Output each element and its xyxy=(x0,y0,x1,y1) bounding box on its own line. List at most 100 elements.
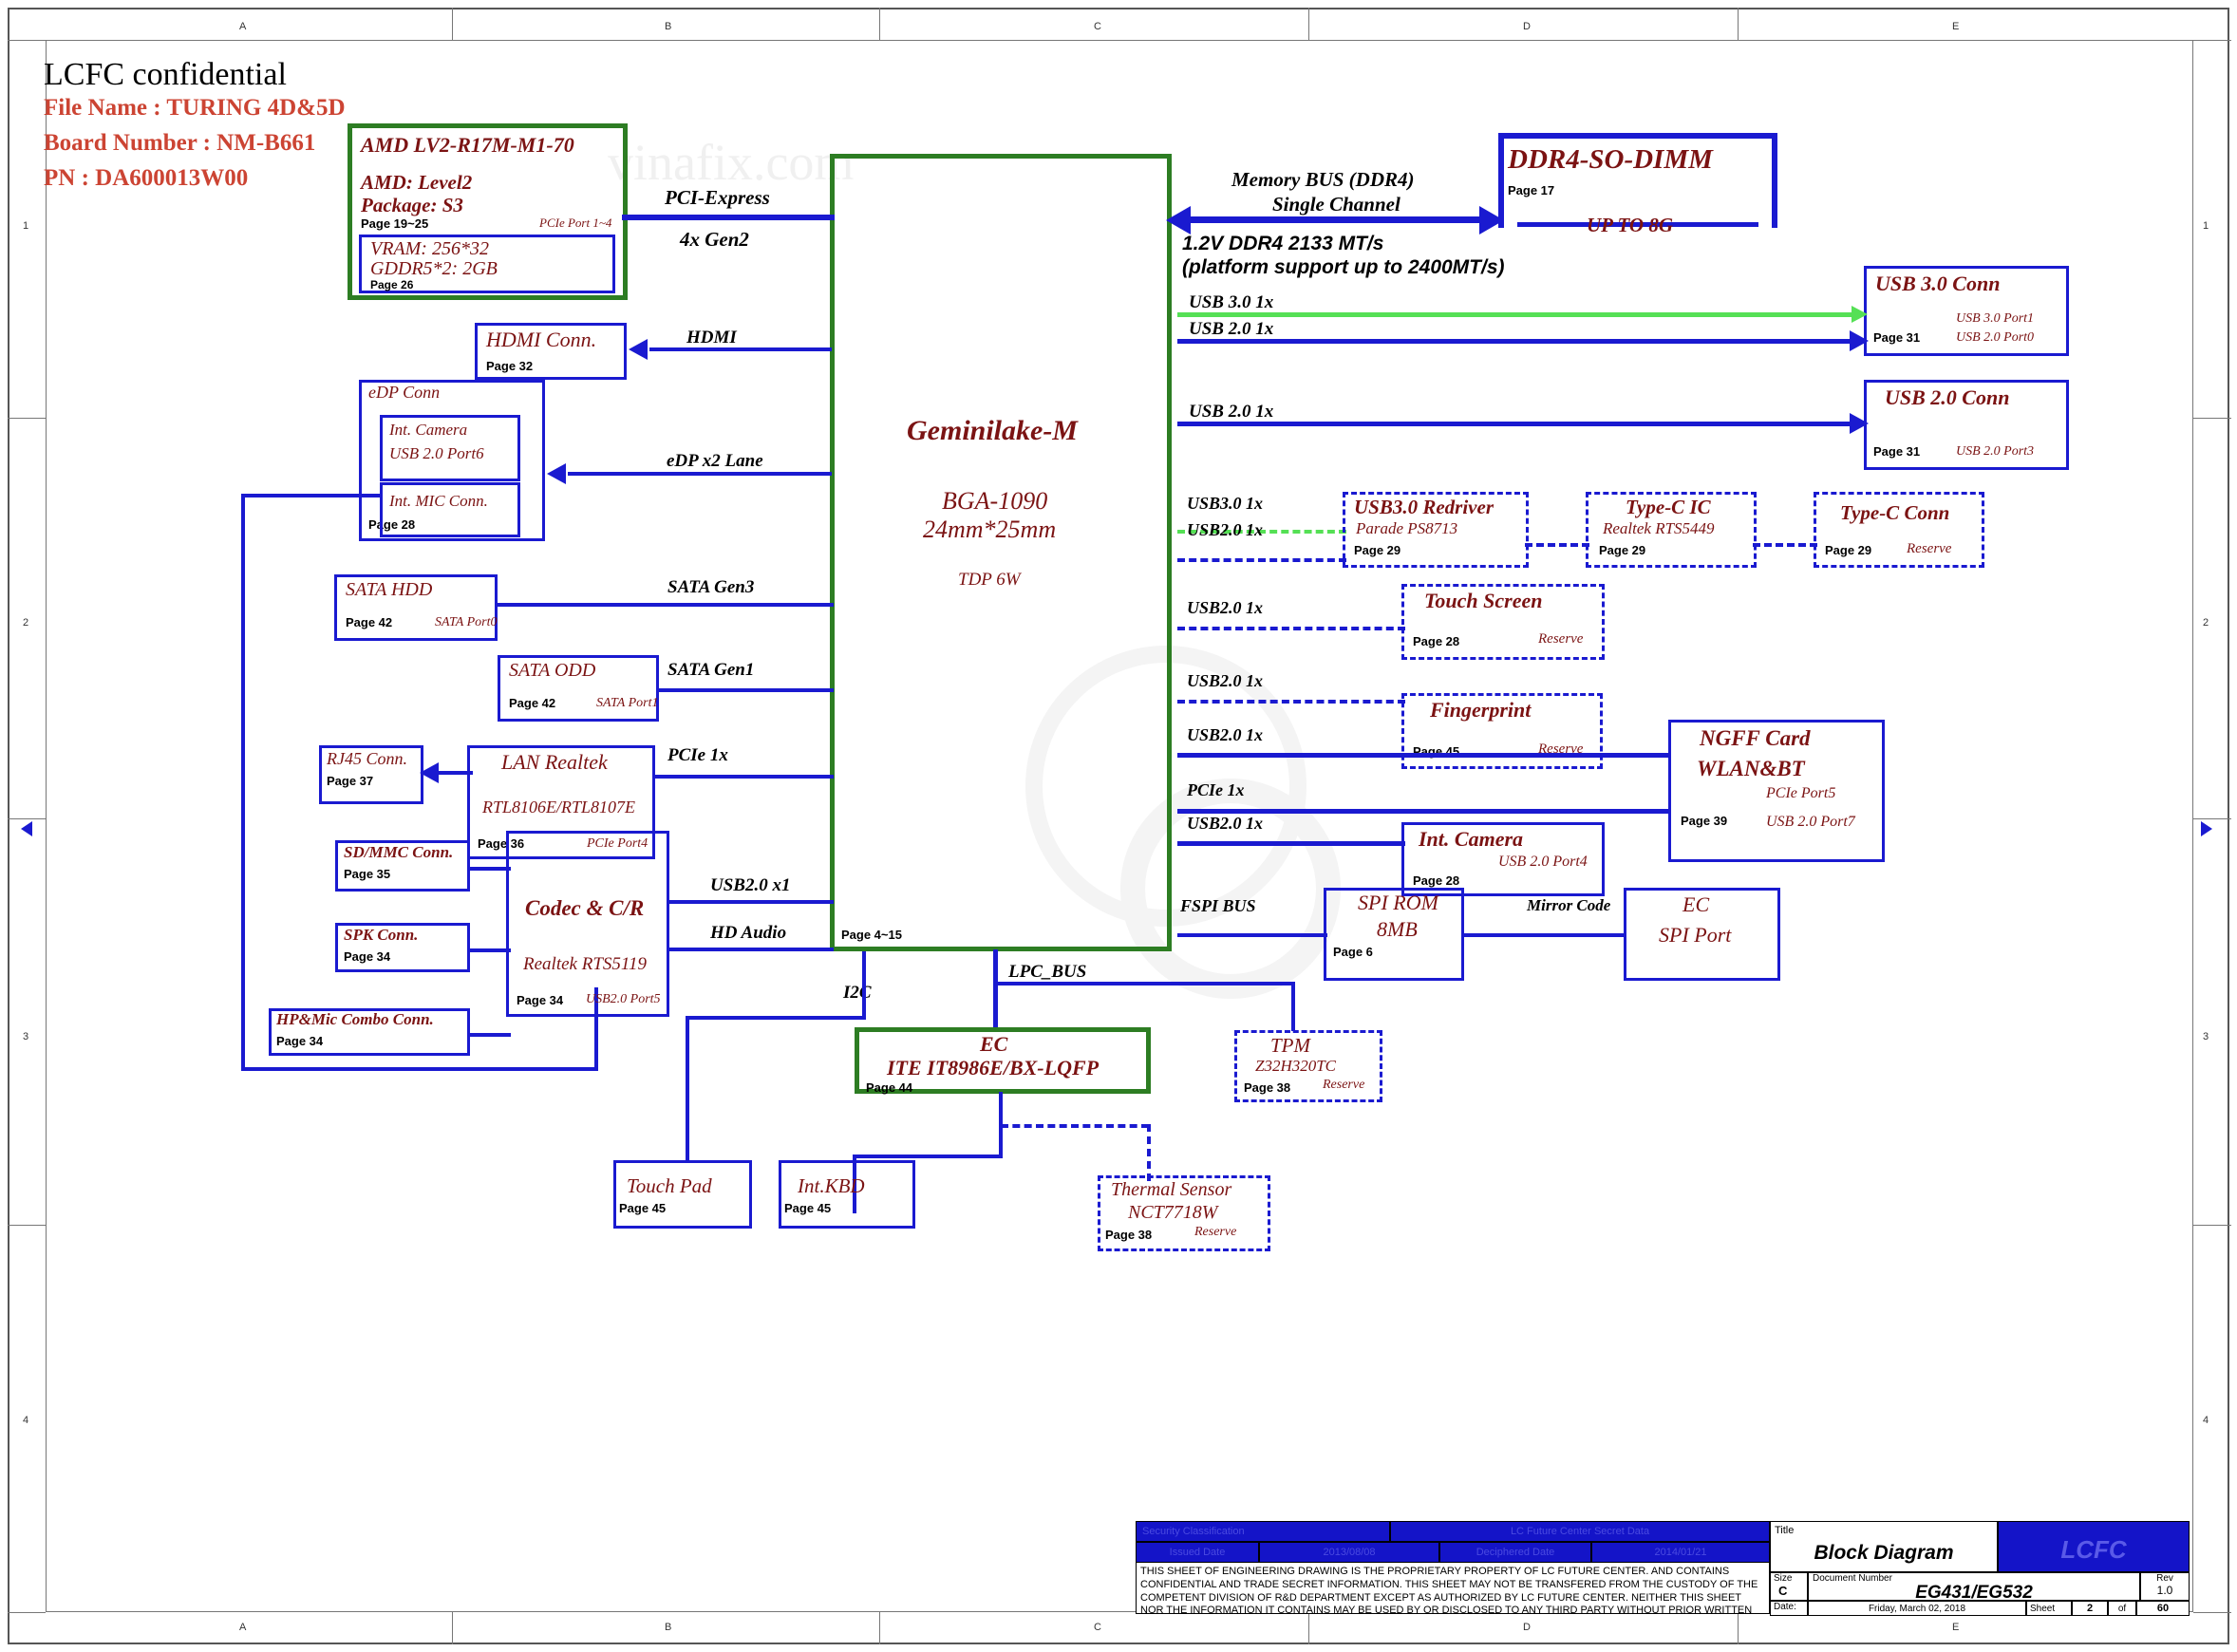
wire-redriver-to-typec-ic xyxy=(1525,543,1589,547)
int-kbd-page: Page 45 xyxy=(784,1201,832,1215)
thermal-sensor-page: Page 38 xyxy=(1105,1228,1153,1242)
wire-ngff-usb xyxy=(1177,753,1671,758)
tpm-title: TPM xyxy=(1270,1034,1310,1057)
typec-ic-title: Type-C IC xyxy=(1626,496,1711,518)
tb-legal-text: THIS SHEET OF ENGINEERING DRAWING IS THE… xyxy=(1136,1563,1770,1614)
usb30-redriver-title: USB3.0 Redriver xyxy=(1354,496,1494,518)
tb-date-value: Friday, March 02, 2018 xyxy=(1808,1601,2026,1616)
frame-tick xyxy=(1738,8,1739,40)
memory-bus-label-2: Single Channel xyxy=(1272,193,1400,216)
frame-col-top-b: B xyxy=(665,21,672,32)
soc-package: BGA-1090 xyxy=(942,487,1048,515)
wire-hd-audio xyxy=(667,948,834,951)
tb-sheet-of: of xyxy=(2108,1601,2136,1616)
typec-conn-title: Type-C Conn xyxy=(1840,501,1950,524)
frame-row-right-4: 4 xyxy=(2203,1415,2209,1426)
wire-lpc-to-tpm xyxy=(1291,982,1295,1031)
amd-gpu-pcie-port: PCIe Port 1~4 xyxy=(539,216,612,230)
ngff-port-2: USB 2.0 Port7 xyxy=(1766,814,1855,830)
touch-screen-page: Page 28 xyxy=(1413,634,1460,648)
frame-row-right-2: 2 xyxy=(2203,617,2209,629)
frame-col-top-e: E xyxy=(1952,21,1960,32)
tb-security-value: LC Future Center Secret Data xyxy=(1390,1521,1770,1542)
soc-page: Page 4~15 xyxy=(841,928,902,942)
wire-pci-express xyxy=(622,215,835,220)
tb-size-cell: Size C xyxy=(1770,1572,1808,1601)
lan-realtek-part: RTL8106E/RTL8107E xyxy=(482,798,636,817)
wire-usb20-x1 xyxy=(667,900,834,904)
tb-rev-cell: Rev 1.0 xyxy=(2140,1572,2190,1601)
hdmi-label: HDMI xyxy=(686,328,737,347)
int-camera-edp-port: USB 2.0 Port6 xyxy=(389,444,484,462)
tb-date-label: Date: xyxy=(1770,1601,1808,1616)
wire-ec-to-kbd-h xyxy=(853,1155,1003,1158)
usb20-1x-label: USB 2.0 1x xyxy=(1189,319,1274,339)
wire-ec-to-thermal-v xyxy=(1147,1124,1151,1181)
hd-audio-label: HD Audio xyxy=(710,923,787,943)
sodimm-top-edge xyxy=(1498,133,1777,139)
touch-pad-title: Touch Pad xyxy=(627,1174,712,1197)
usb30-redriver-part: Parade PS8713 xyxy=(1356,519,1458,537)
usb20-conn-page: Page 31 xyxy=(1873,444,1921,459)
tb-title-cell: Title Block Diagram xyxy=(1770,1521,1998,1572)
usb20-1x-finger-label: USB2.0 1x xyxy=(1187,671,1264,690)
sata-gen3-label: SATA Gen3 xyxy=(667,577,755,597)
pcie-1x-ngff-label: PCIe 1x xyxy=(1187,780,1245,799)
amd-gpu-page: Page 19~25 xyxy=(361,216,429,231)
sata-odd-title: SATA ODD xyxy=(509,660,596,681)
frame-tick xyxy=(1738,1612,1739,1644)
codec-part: Realtek RTS5119 xyxy=(523,954,647,974)
wire-fingerprint xyxy=(1177,700,1405,704)
sodimm-title: DDR4-SO-DIMM xyxy=(1508,144,1713,175)
frame-col-bot-d: D xyxy=(1523,1622,1531,1633)
touch-screen-title: Touch Screen xyxy=(1424,589,1543,612)
usb20-1x-redriver-label: USB2.0 1x xyxy=(1187,520,1264,539)
hdmi-arrow xyxy=(629,339,648,360)
ec-spi-port-title-2: SPI Port xyxy=(1659,923,1732,947)
frame-tick xyxy=(879,8,880,40)
usb30-conn-port1: USB 3.0 Port1 xyxy=(1956,311,2035,326)
wire-int-camera-right xyxy=(1177,841,1405,846)
codec-block[interactable] xyxy=(506,831,669,1017)
ec-page: Page 44 xyxy=(866,1080,913,1095)
thermal-sensor-title-2: NCT7718W xyxy=(1128,1202,1218,1223)
soc-geminilake-block[interactable] xyxy=(830,154,1172,951)
sd-mmc-page: Page 35 xyxy=(344,867,391,881)
usb20-1x-ngff-label: USB2.0 1x xyxy=(1187,725,1264,744)
wire-pcie-lan xyxy=(653,775,834,779)
usb30-top-arrow xyxy=(1852,306,1868,323)
usb30-1x-label: USB 3.0 1x xyxy=(1189,292,1274,312)
hdmi-conn-title: HDMI Conn. xyxy=(486,328,597,351)
header-file-name: File Name : TURING 4D&5D xyxy=(44,95,346,121)
frame-row-left-2: 2 xyxy=(23,617,29,629)
tb-title-value: Block Diagram xyxy=(1814,1542,1954,1564)
frame-tick xyxy=(8,418,46,419)
wire-i2c-up xyxy=(862,951,866,1018)
wire-lan-to-rj45 xyxy=(439,771,473,775)
edp-label: eDP x2 Lane xyxy=(667,451,763,471)
sodimm-right-edge xyxy=(1772,133,1777,228)
tb-size-label: Size xyxy=(1774,1573,1793,1584)
frame-tick xyxy=(879,1612,880,1644)
amd-gpu-level: AMD: Level2 xyxy=(361,171,473,194)
touch-pad-page: Page 45 xyxy=(619,1201,667,1215)
thermal-sensor-note: Reserve xyxy=(1194,1225,1237,1239)
tb-rev-label: Rev xyxy=(2156,1573,2173,1584)
tb-issued-value: 2013/08/08 xyxy=(1259,1542,1439,1563)
mirror-code-label: Mirror Code xyxy=(1527,896,1611,914)
rj45-conn-title: RJ45 Conn. xyxy=(327,749,407,768)
wire-sata-gen3 xyxy=(496,603,834,607)
sata-hdd-page: Page 42 xyxy=(346,615,393,629)
wire-mirror-code xyxy=(1462,933,1626,937)
tb-deciphered-label: Deciphered Date xyxy=(1439,1542,1591,1563)
vram-line-2: GDDR5*2: 2GB xyxy=(370,258,498,279)
wire-i2c-vertical xyxy=(686,1020,689,1160)
tb-logo: LCFC xyxy=(1998,1521,2190,1572)
wire-usb30-top xyxy=(1177,312,1861,317)
usb20-top-arrow xyxy=(1850,330,1869,351)
bus-pci-express-label-2: 4x Gen2 xyxy=(680,228,749,251)
spi-rom-page: Page 6 xyxy=(1333,945,1373,959)
spi-rom-title-2: 8MB xyxy=(1377,917,1418,941)
wire-left-bus-vertical xyxy=(241,494,245,1071)
frame-col-top-c: C xyxy=(1094,21,1101,32)
